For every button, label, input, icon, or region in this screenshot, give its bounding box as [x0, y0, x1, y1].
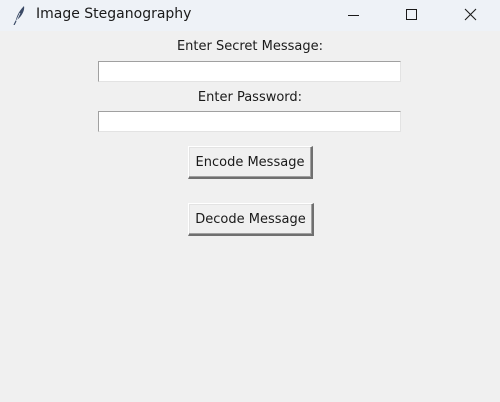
decode-message-button[interactable]: Decode Message [188, 203, 314, 236]
secret-message-label: Enter Secret Message: [176, 39, 324, 54]
feather-icon [11, 5, 27, 26]
window-title: Image Steganography [36, 6, 192, 22]
minimize-button[interactable] [330, 0, 376, 31]
secret-message-input[interactable] [98, 61, 401, 82]
maximize-icon [406, 9, 417, 20]
main-panel: Enter Secret Message: Enter Password: En… [0, 31, 500, 402]
app-window: Image Steganography Enter Secret Message… [0, 0, 500, 402]
password-input[interactable] [98, 111, 401, 132]
password-label: Enter Password: [197, 90, 303, 105]
maximize-button[interactable] [388, 0, 434, 31]
encode-message-button[interactable]: Encode Message [188, 146, 313, 179]
title-bar[interactable]: Image Steganography [0, 0, 500, 31]
close-button[interactable] [447, 0, 493, 31]
minimize-icon [348, 15, 359, 16]
close-icon [464, 8, 477, 21]
